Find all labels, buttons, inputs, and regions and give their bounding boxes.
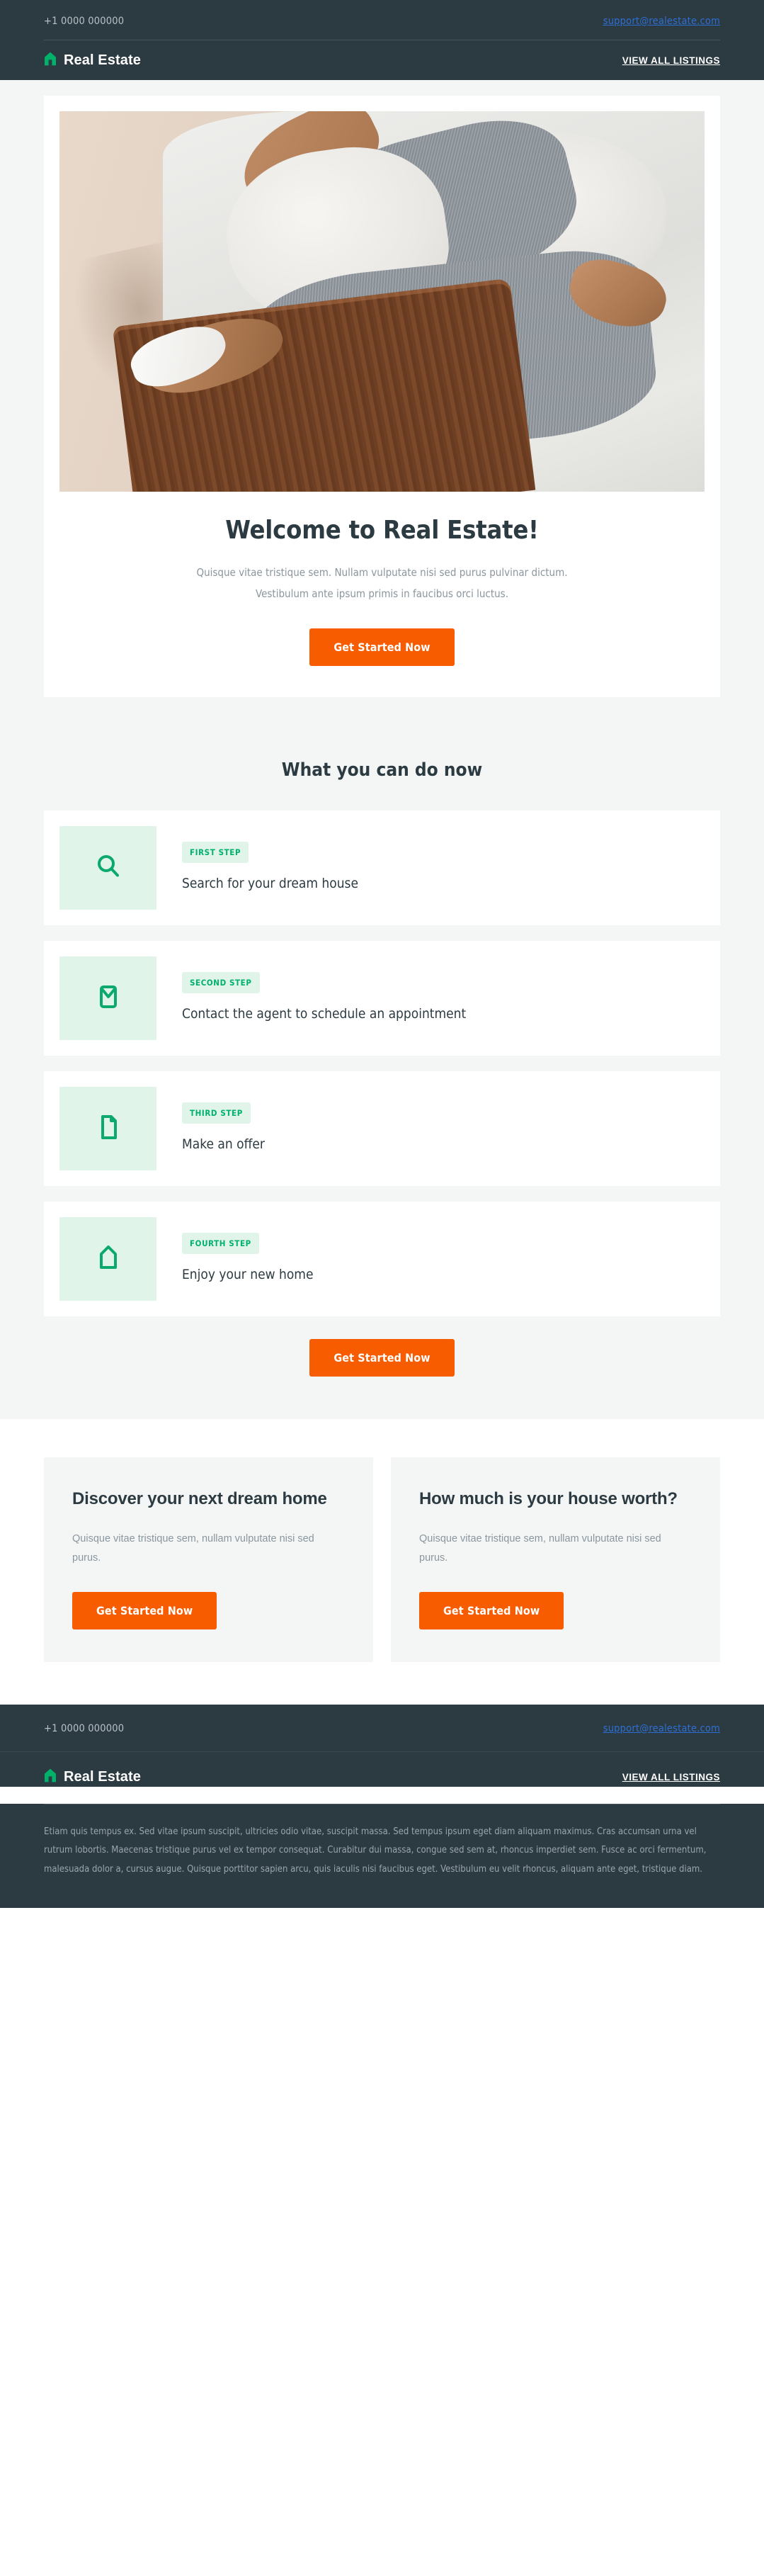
- step-body: FIRST STEP Search for your dream house: [156, 842, 367, 894]
- hero-section: Welcome to Real Estate! Quisque vitae tr…: [0, 80, 764, 727]
- step-icon-box: [59, 1087, 156, 1170]
- step-card: SECOND STEP Contact the agent to schedul…: [44, 941, 720, 1056]
- footer-navbar: Real Estate VIEW ALL LISTINGS: [0, 1751, 764, 1787]
- step-card: THIRD STEP Make an offer: [44, 1071, 720, 1186]
- hero-subtitle: Quisque vitae tristique sem. Nullam vulp…: [59, 562, 705, 604]
- feature-cta-row: Get Started Now: [72, 1591, 345, 1629]
- footer-phone: +1 0000 000000: [44, 1722, 125, 1734]
- feature-card: Discover your next dream home Quisque vi…: [44, 1457, 373, 1662]
- topbar-email-link[interactable]: support@realestate.com: [603, 16, 720, 27]
- step-card: FOURTH STEP Enjoy your new home: [44, 1202, 720, 1316]
- house-icon: [44, 1768, 57, 1787]
- hero-subtitle-line-1: Quisque vitae tristique sem. Nullam vulp…: [196, 566, 568, 579]
- step-icon-box: [59, 956, 156, 1040]
- feature-card: How much is your house worth? Quisque vi…: [391, 1457, 720, 1662]
- step-text: Search for your dream house: [182, 876, 358, 892]
- feature-title: How much is your house worth?: [419, 1489, 678, 1508]
- brand-name: Real Estate: [64, 52, 141, 68]
- step-card: FIRST STEP Search for your dream house: [44, 810, 720, 925]
- step-body: FOURTH STEP Enjoy your new home: [156, 1233, 321, 1285]
- navbar: Real Estate VIEW ALL LISTINGS: [0, 40, 764, 80]
- step-icon-box: [59, 826, 156, 910]
- step-text: Enjoy your new home: [182, 1267, 314, 1283]
- brand[interactable]: Real Estate: [44, 51, 141, 70]
- hero-photo: [59, 111, 705, 492]
- footer-topbar: +1 0000 000000 support@realestate.com: [0, 1704, 764, 1751]
- hero-title: Welcome to Real Estate!: [225, 516, 539, 545]
- step-badge: FIRST STEP: [182, 842, 249, 864]
- steps-cta-row: Get Started Now: [44, 1339, 720, 1377]
- feature-text: Quisque vitae tristique sem, nullam vulp…: [72, 1533, 314, 1564]
- hero-card: Welcome to Real Estate! Quisque vitae tr…: [44, 96, 720, 697]
- envelope-icon: [93, 982, 123, 1015]
- search-icon: [93, 852, 123, 885]
- footer-brand[interactable]: Real Estate: [44, 1768, 141, 1787]
- steps-get-started-button[interactable]: Get Started Now: [309, 1339, 455, 1377]
- footer-email-link[interactable]: support@realestate.com: [603, 1723, 720, 1734]
- document-icon: [93, 1112, 123, 1146]
- features-grid: Discover your next dream home Quisque vi…: [44, 1457, 720, 1662]
- step-badge: FOURTH STEP: [182, 1233, 259, 1255]
- view-all-listings-link[interactable]: VIEW ALL LISTINGS: [622, 55, 720, 66]
- steps-section: What you can do now FIRST STEP Search fo…: [0, 727, 764, 1419]
- steps-section-title: What you can do now: [281, 759, 483, 781]
- topbar-phone: +1 0000 000000: [44, 16, 125, 27]
- hero-cta-row: Get Started Now: [59, 628, 705, 666]
- step-body: SECOND STEP Contact the agent to schedul…: [156, 972, 474, 1024]
- features-section: Discover your next dream home Quisque vi…: [0, 1419, 764, 1705]
- topbar-row: +1 0000 000000 support@realestate.com: [44, 16, 720, 40]
- step-body: THIRD STEP Make an offer: [156, 1102, 273, 1155]
- hero-subtitle-line-2: Vestibulum ante ipsum primis in faucibus…: [256, 587, 508, 600]
- hero-get-started-button[interactable]: Get Started Now: [309, 628, 455, 666]
- feature-title: Discover your next dream home: [72, 1489, 327, 1508]
- house-icon: [44, 51, 57, 70]
- feature-text: Quisque vitae tristique sem, nullam vulp…: [419, 1533, 661, 1564]
- step-text: Contact the agent to schedule an appoint…: [182, 1006, 467, 1022]
- feature-cta-row: Get Started Now: [419, 1591, 692, 1629]
- topbar: +1 0000 000000 support@realestate.com: [0, 0, 764, 40]
- footer-legal: Etiam quis tempus ex. Sed vitae ipsum su…: [0, 1804, 764, 1908]
- step-text: Make an offer: [182, 1136, 265, 1153]
- feature-get-started-button[interactable]: Get Started Now: [72, 1591, 217, 1629]
- footer-view-all-listings-link[interactable]: VIEW ALL LISTINGS: [622, 1772, 720, 1783]
- footer-brand-name: Real Estate: [64, 1768, 141, 1785]
- step-icon-box: [59, 1217, 156, 1301]
- step-badge: THIRD STEP: [182, 1102, 251, 1124]
- feature-get-started-button[interactable]: Get Started Now: [419, 1591, 564, 1629]
- step-badge: SECOND STEP: [182, 972, 260, 994]
- house-icon: [93, 1243, 123, 1276]
- footer-legal-text: Etiam quis tempus ex. Sed vitae ipsum su…: [44, 1826, 707, 1875]
- email-page: +1 0000 000000 support@realestate.com Re…: [0, 0, 764, 1908]
